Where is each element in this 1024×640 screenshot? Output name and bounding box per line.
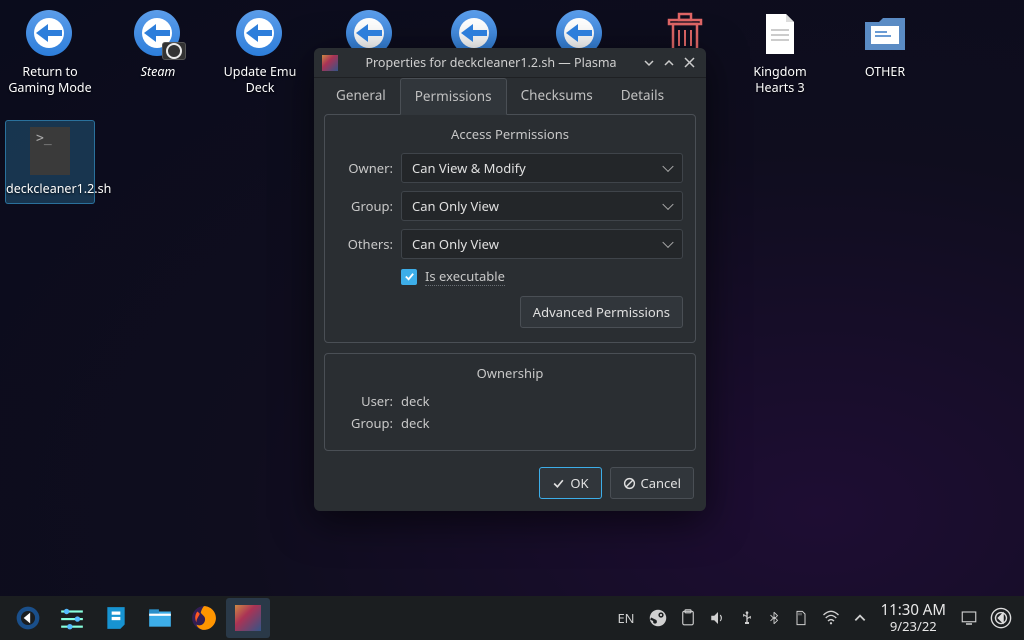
desktop-icon-label: Kingdom Hearts 3 [735, 64, 825, 95]
desktop-icon[interactable]: Return to Gaming Mode [5, 10, 95, 95]
executable-checkbox[interactable] [401, 269, 417, 285]
ownership-group-label: Group: [337, 414, 393, 432]
app-icon [134, 10, 182, 58]
tray-clipboard-icon[interactable] [673, 598, 703, 638]
permission-row: Others: Can Only View [337, 229, 683, 259]
app-icon [236, 10, 284, 58]
chevron-down-icon [662, 199, 673, 210]
tab-general[interactable]: General [322, 78, 400, 114]
ownership-pane: Ownership User: deck Group: deck [324, 353, 696, 451]
cancel-label: Cancel [641, 474, 681, 492]
permission-label: Others: [337, 235, 393, 253]
document-icon [756, 10, 804, 58]
desktop-icon[interactable]: Update Emu Deck [215, 10, 305, 95]
dialog-buttons: OK Cancel [314, 461, 706, 511]
ownership-title: Ownership [337, 364, 683, 382]
tray-volume-icon[interactable] [703, 598, 733, 638]
close-button[interactable] [680, 54, 698, 72]
task-firefox[interactable] [182, 598, 226, 638]
keyboard-layout[interactable]: EN [609, 609, 642, 627]
tray-desktop-icon[interactable] [954, 598, 984, 638]
combo-value: Can View & Modify [412, 159, 526, 177]
pane-title: Access Permissions [337, 125, 683, 143]
combo-value: Can Only View [412, 235, 499, 253]
taskbar-clock[interactable]: 11:30 AM 9/23/22 [873, 601, 954, 635]
ok-button[interactable]: OK [539, 467, 601, 499]
maximize-button[interactable] [660, 54, 678, 72]
permission-combo[interactable]: Can Only View [401, 229, 683, 259]
executable-label[interactable]: Is executable [425, 267, 505, 286]
desktop-icon[interactable]: deckcleaner1.2.sh [5, 120, 95, 204]
app-launcher[interactable] [6, 598, 50, 638]
task-settings[interactable] [50, 598, 94, 638]
permission-label: Group: [337, 197, 393, 215]
permission-row: Group: Can Only View [337, 191, 683, 221]
tray-sdcard-icon[interactable] [787, 598, 815, 638]
titlebar[interactable]: Properties for deckcleaner1.2.sh — Plasm… [314, 48, 706, 78]
advanced-permissions-button[interactable]: Advanced Permissions [520, 296, 683, 328]
tray-bluetooth-icon[interactable] [761, 598, 787, 638]
tray-chevron-icon[interactable] [847, 598, 873, 638]
desktop-icon[interactable]: Steam [113, 10, 203, 80]
ok-label: OK [570, 474, 588, 492]
desktop-icon-label: OTHER [840, 64, 930, 80]
combo-value: Can Only View [412, 197, 499, 215]
tab-checksums[interactable]: Checksums [507, 78, 607, 114]
ownership-user-label: User: [337, 392, 393, 410]
access-permissions-pane: Access Permissions Owner: Can View & Modi… [324, 114, 696, 343]
minimize-button[interactable] [640, 54, 658, 72]
task-discover[interactable] [94, 598, 138, 638]
ownership-group-value: deck [401, 414, 430, 432]
check-icon [552, 477, 565, 490]
desktop-icon[interactable]: OTHER [840, 10, 930, 80]
permission-row: Owner: Can View & Modify [337, 153, 683, 183]
desktop-icon-label: deckcleaner1.2.sh [6, 181, 94, 197]
tray-steamdeck-icon[interactable] [984, 598, 1018, 638]
tab-bar: GeneralPermissionsChecksumsDetails [314, 78, 706, 114]
tray-steam-icon[interactable] [643, 598, 673, 638]
chevron-down-icon [662, 237, 673, 248]
desktop-icon-label: Update Emu Deck [215, 64, 305, 95]
script-file-icon [30, 127, 70, 175]
task-dolphin[interactable] [138, 598, 182, 638]
permission-label: Owner: [337, 159, 393, 177]
ownership-user-value: deck [401, 392, 430, 410]
window-title: Properties for deckcleaner1.2.sh — Plasm… [344, 54, 638, 71]
desktop-icon-label: Steam [113, 64, 203, 80]
taskbar: EN 11:30 AM 9/23/22 [0, 596, 1024, 640]
tab-details[interactable]: Details [607, 78, 678, 114]
permission-combo[interactable]: Can Only View [401, 191, 683, 221]
tab-permissions[interactable]: Permissions [400, 78, 507, 115]
app-icon [26, 10, 74, 58]
executable-row: Is executable [401, 267, 683, 286]
tray-usb-icon[interactable] [733, 598, 761, 638]
desktop-icon[interactable]: Kingdom Hearts 3 [735, 10, 825, 95]
task-properties-window[interactable] [226, 598, 270, 638]
cancel-button[interactable]: Cancel [610, 467, 694, 499]
folder-icon [861, 10, 909, 58]
chevron-down-icon [662, 161, 673, 172]
permission-combo[interactable]: Can View & Modify [401, 153, 683, 183]
tray-network-icon[interactable] [815, 598, 847, 638]
desktop-icon-label: Return to Gaming Mode [5, 64, 95, 95]
cancel-icon [623, 477, 636, 490]
properties-dialog: Properties for deckcleaner1.2.sh — Plasm… [314, 48, 706, 511]
clock-date: 9/23/22 [881, 619, 946, 635]
window-icon [322, 55, 338, 71]
